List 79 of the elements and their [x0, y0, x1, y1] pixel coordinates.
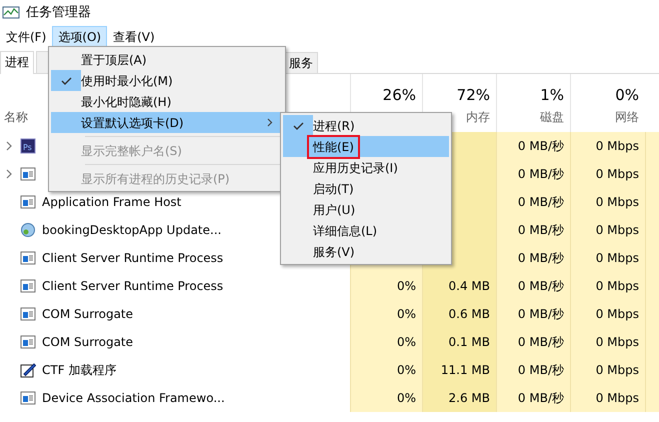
table-cell: 0% — [350, 272, 422, 300]
process-name: CTF 加载程序 — [42, 362, 116, 379]
table-cell: 0 Mbps — [570, 244, 645, 272]
table-cell: 0.6 MB — [422, 300, 496, 328]
column-header[interactable]: 磁盘 — [540, 108, 564, 126]
column-usage: 0% — [615, 85, 639, 106]
menu-item[interactable]: 进程(R) — [283, 115, 449, 136]
table-cell: 2.6 MB — [422, 384, 496, 412]
pen-icon — [20, 362, 36, 378]
table-cell: 0 Mbps — [570, 160, 645, 188]
tab[interactable]: 服务 — [284, 52, 318, 73]
menu-item[interactable]: 性能(E) — [283, 136, 449, 157]
checkmark-icon — [60, 76, 72, 86]
menu-item[interactable]: 用户(U) — [283, 199, 449, 220]
table-cell: 0 MB/秒 — [496, 132, 570, 160]
column-header[interactable]: 名称 — [4, 108, 28, 126]
table-cell: 0 MB/秒 — [496, 356, 570, 384]
table-cell: 0 Mbps — [570, 216, 645, 244]
process-name: bookingDesktopApp Update... — [42, 222, 222, 239]
process-name: Device Association Framewo... — [42, 390, 225, 407]
table-cell: 0% — [350, 384, 422, 412]
column-header[interactable]: 内存 — [466, 108, 490, 126]
table-cell: 0% — [350, 328, 422, 356]
window-icon — [20, 278, 36, 294]
process-name: Client Server Runtime Process — [42, 250, 224, 267]
table-cell: 11.1 MB — [422, 356, 496, 384]
tab[interactable]: 进程 — [0, 51, 34, 74]
table-cell: 0 MB/秒 — [496, 160, 570, 188]
menu-item[interactable]: 应用历史记录(I) — [283, 157, 449, 178]
table-cell: 0% — [350, 300, 422, 328]
menu-item[interactable]: 置于顶层(A) — [51, 49, 283, 70]
menu-item[interactable]: 使用时最小化(M) — [51, 70, 283, 91]
window-icon — [20, 390, 36, 406]
table-cell: 0 MB/秒 — [496, 384, 570, 412]
menu-item[interactable]: 文件(F) — [0, 26, 52, 48]
window-icon — [20, 334, 36, 350]
process-name: COM Surrogate — [42, 306, 134, 323]
column-usage: 26% — [382, 85, 416, 106]
table-cell: 0 Mbps — [570, 132, 645, 160]
table-cell: 0% — [350, 356, 422, 384]
menu-item[interactable]: 选项(O) — [52, 26, 108, 48]
globe-icon — [20, 222, 36, 238]
table-cell: 0 Mbps — [570, 328, 645, 356]
table-cell: 0 MB/秒 — [496, 300, 570, 328]
table-cell — [645, 384, 659, 412]
menu-item[interactable]: 最小化时隐藏(H) — [51, 91, 283, 112]
window-icon — [20, 250, 36, 266]
monitor-graph-icon — [2, 6, 20, 20]
table-cell: 0 Mbps — [570, 384, 645, 412]
column-usage: 72% — [456, 85, 490, 106]
window-title: 任务管理器 — [26, 4, 91, 22]
table-cell: 0 Mbps — [570, 272, 645, 300]
menu-item[interactable]: 设置默认选项卡(D) — [51, 112, 283, 133]
photoshop-icon: Ps — [20, 138, 36, 154]
menu-item[interactable]: 启动(T) — [283, 178, 449, 199]
process-name: Application Frame Host — [42, 194, 182, 211]
checkmark-icon — [292, 120, 304, 130]
menu-item[interactable]: 查看(V) — [107, 26, 161, 48]
menu-item[interactable]: 详细信息(L) — [283, 220, 449, 241]
table-cell: 0 Mbps — [570, 188, 645, 216]
table-cell: 0 MB/秒 — [496, 328, 570, 356]
chevron-right-icon — [267, 118, 273, 127]
table-cell: 0 MB/秒 — [496, 272, 570, 300]
table-cell: 0 Mbps — [570, 300, 645, 328]
table-cell: 0.1 MB — [422, 328, 496, 356]
table-cell: 0 MB/秒 — [496, 216, 570, 244]
table-cell: 0.4 MB — [422, 272, 496, 300]
table-cell: 0 Mbps — [570, 356, 645, 384]
window-icon — [20, 306, 36, 322]
window-icon — [20, 166, 36, 182]
table-cell: 0 MB/秒 — [496, 188, 570, 216]
process-name: COM Surrogate — [42, 334, 134, 351]
window-icon — [20, 194, 36, 210]
menu-item[interactable]: 服务(V) — [283, 241, 449, 262]
process-name: Client Server Runtime Process — [42, 278, 224, 295]
column-header[interactable]: 网络 — [615, 108, 639, 126]
table-cell: 0 MB/秒 — [496, 244, 570, 272]
column-usage: 1% — [540, 85, 564, 106]
table-cell — [645, 132, 659, 160]
